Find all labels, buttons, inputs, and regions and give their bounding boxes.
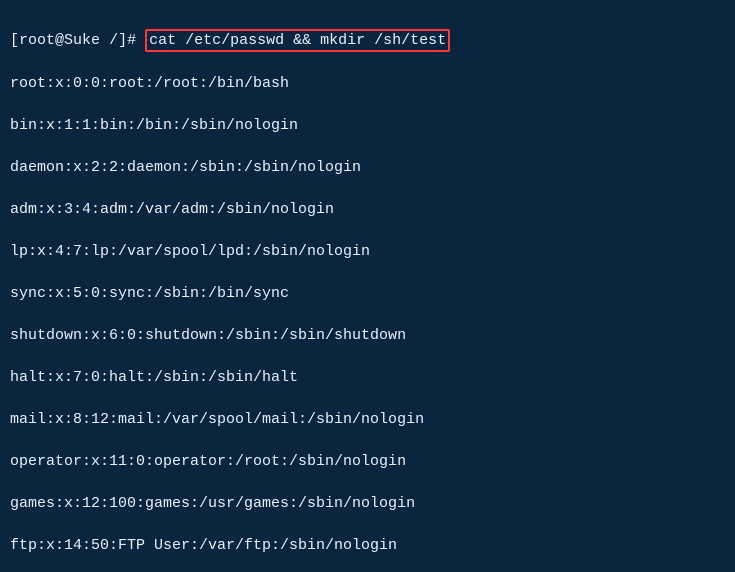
- output-line: root:x:0:0:root:/root:/bin/bash: [10, 73, 725, 94]
- output-line: games:x:12:100:games:/usr/games:/sbin/no…: [10, 493, 725, 514]
- terminal-window[interactable]: [root@Suke /]# cat /etc/passwd && mkdir …: [0, 0, 735, 572]
- command-line-1: [root@Suke /]# cat /etc/passwd && mkdir …: [10, 29, 725, 52]
- output-line: sync:x:5:0:sync:/sbin:/bin/sync: [10, 283, 725, 304]
- highlighted-command: cat /etc/passwd && mkdir /sh/test: [145, 29, 450, 52]
- output-line: mail:x:8:12:mail:/var/spool/mail:/sbin/n…: [10, 409, 725, 430]
- output-line: operator:x:11:0:operator:/root:/sbin/nol…: [10, 451, 725, 472]
- output-line: bin:x:1:1:bin:/bin:/sbin/nologin: [10, 115, 725, 136]
- output-line: adm:x:3:4:adm:/var/adm:/sbin/nologin: [10, 199, 725, 220]
- output-line: shutdown:x:6:0:shutdown:/sbin:/sbin/shut…: [10, 325, 725, 346]
- output-line: lp:x:4:7:lp:/var/spool/lpd:/sbin/nologin: [10, 241, 725, 262]
- output-line: daemon:x:2:2:daemon:/sbin:/sbin/nologin: [10, 157, 725, 178]
- output-line: halt:x:7:0:halt:/sbin:/sbin/halt: [10, 367, 725, 388]
- output-line: ftp:x:14:50:FTP User:/var/ftp:/sbin/nolo…: [10, 535, 725, 556]
- shell-prompt: [root@Suke /]#: [10, 32, 145, 49]
